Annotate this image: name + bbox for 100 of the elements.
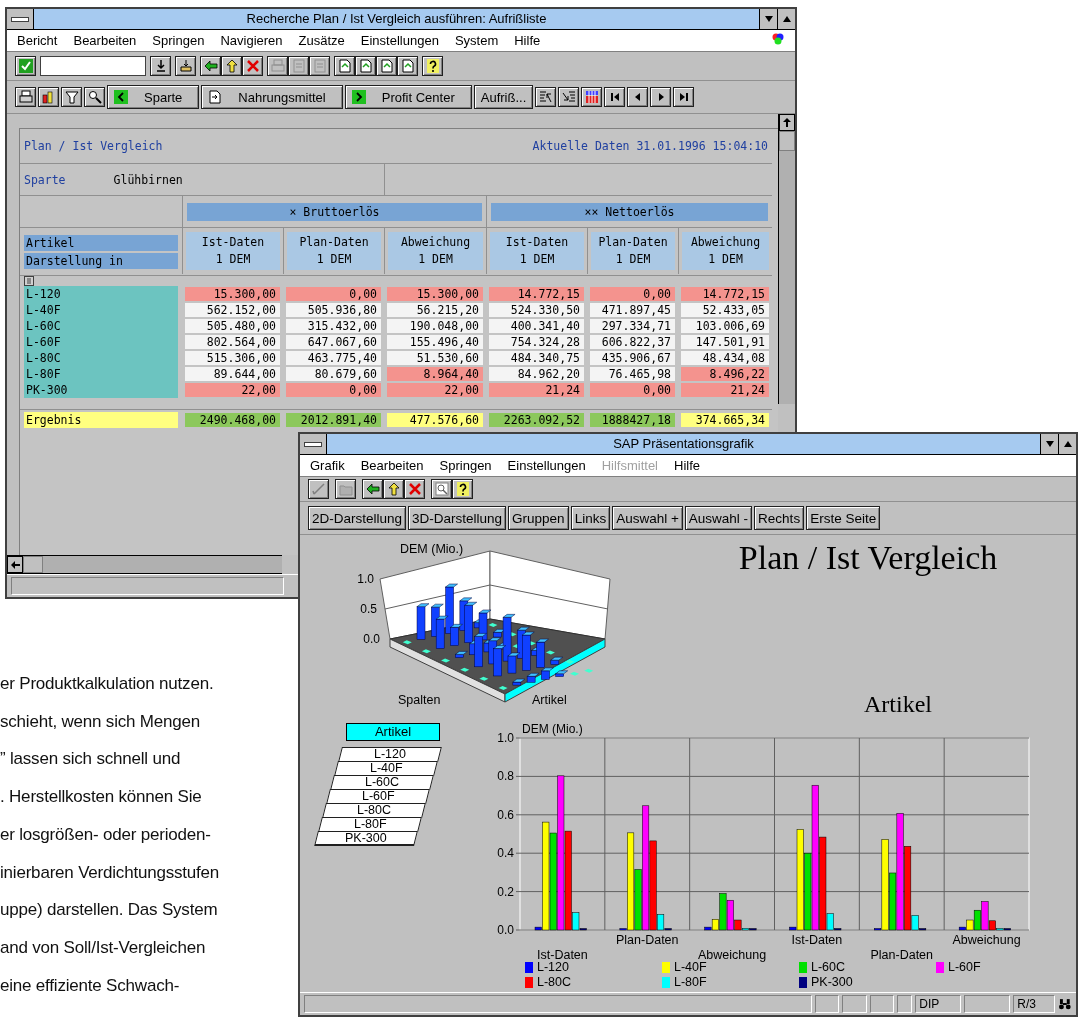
table-cell: 52.433,05	[681, 303, 769, 317]
printer-icon	[270, 59, 285, 73]
row-label: L-80F	[24, 366, 178, 382]
table-cell: 435.906,67	[590, 351, 675, 365]
menu-item[interactable]: Springen	[152, 33, 205, 48]
toolbar-button[interactable]: Rechts	[754, 506, 805, 530]
save-button[interactable]	[175, 56, 196, 76]
collapse-button[interactable]	[558, 87, 580, 107]
scroll-thumb[interactable]	[23, 556, 43, 573]
status-field	[814, 995, 840, 1013]
folder-icon	[338, 482, 353, 496]
print-button[interactable]	[267, 56, 288, 76]
filter-value: Glühbirnen	[113, 172, 183, 187]
toolbar-button[interactable]: Gruppen	[508, 506, 569, 530]
menu-item[interactable]: Bericht	[17, 33, 58, 48]
menu-item[interactable]: Grafik	[310, 458, 345, 473]
layout-button[interactable]	[581, 87, 603, 107]
table-cell: 0,00	[590, 383, 675, 397]
command-field[interactable]	[40, 56, 146, 76]
system-menu-button[interactable]	[7, 9, 34, 29]
menu-item[interactable]: Navigieren	[220, 33, 283, 48]
scroll-up-button[interactable]	[779, 114, 795, 131]
report-title: Plan / Ist Vergleich	[24, 139, 163, 153]
toolbar-button[interactable]: Links	[570, 506, 611, 530]
column-header: Abweichung 1 DEM	[682, 232, 769, 270]
scroll-left-button[interactable]	[7, 556, 23, 573]
maximize-button[interactable]	[1058, 434, 1076, 454]
chart-button[interactable]	[38, 87, 59, 107]
enter-button[interactable]	[15, 56, 36, 76]
table-cell: 0,00	[286, 287, 381, 301]
next-button[interactable]	[650, 87, 672, 107]
down-triangle-icon	[1045, 441, 1054, 447]
exit-button[interactable]	[221, 56, 242, 76]
help-button[interactable]	[422, 56, 443, 76]
system-menu-button[interactable]	[300, 434, 327, 454]
search-button[interactable]	[84, 87, 105, 107]
axis-label: Spalten	[398, 693, 441, 707]
body-text-line: and von Soll/Ist-Vergleichen	[0, 936, 207, 959]
list-header: Artikel	[346, 723, 440, 741]
menu-item[interactable]: Bearbeiten	[73, 33, 137, 48]
toolbar-button[interactable]: 3D-Darstellung	[408, 506, 507, 530]
menu-item[interactable]: Springen	[439, 458, 492, 473]
list-item[interactable]: PK-300	[314, 831, 418, 846]
first-page-button[interactable]	[334, 56, 355, 76]
toolbar-button[interactable]: Auswahl -	[684, 506, 753, 530]
horizontal-scrollbar[interactable]	[7, 555, 282, 574]
table-cell: 15.300,00	[387, 287, 483, 301]
filter-button[interactable]	[61, 87, 82, 107]
total-cell: 1888427,18	[590, 413, 675, 427]
help-button[interactable]	[452, 479, 473, 499]
up-triangle-icon	[782, 16, 791, 22]
cancel-button[interactable]	[242, 56, 263, 76]
minimize-button[interactable]	[759, 9, 777, 29]
menu-item[interactable]: Zusätze	[298, 33, 345, 48]
filter-label: Sparte	[24, 172, 66, 187]
toolbar-button[interactable]: Auswahl +	[612, 506, 683, 530]
table-cell: 297.334,71	[590, 319, 675, 333]
menu-item[interactable]: Einstellungen	[507, 458, 586, 473]
scroll-thumb[interactable]	[779, 131, 795, 151]
legend-item: L-60F	[936, 960, 1073, 974]
column-header: Abweichung 1 DEM	[388, 232, 483, 270]
menu-item[interactable]: Hilfe	[514, 33, 541, 48]
previous-page-button[interactable]	[355, 56, 376, 76]
nav-button[interactable]: Profit Center	[344, 85, 472, 109]
print-button[interactable]	[15, 87, 36, 107]
expand-button[interactable]	[535, 87, 557, 107]
back-button[interactable]	[200, 56, 221, 76]
menu-item[interactable]: Hilfe	[674, 458, 701, 473]
toolbar-button[interactable]: Erste Seite	[806, 506, 881, 530]
find-next-button[interactable]	[309, 56, 330, 76]
nav-button[interactable]: Sparte	[107, 85, 200, 109]
column-header: Ist-Daten 1 DEM	[490, 232, 584, 270]
menu-item[interactable]: System	[454, 33, 499, 48]
last-button[interactable]	[673, 87, 695, 107]
axis-tick-label: 1.0	[357, 572, 374, 586]
previous-button[interactable]	[627, 87, 649, 107]
back-button[interactable]	[362, 479, 383, 499]
row-header-label: Darstellung in	[24, 252, 178, 269]
toolbar-button[interactable]: 2D-Darstellung	[308, 506, 407, 530]
next-page-button[interactable]	[376, 56, 397, 76]
minimize-button[interactable]	[1040, 434, 1058, 454]
dropdown-button[interactable]	[150, 56, 171, 76]
last-page-button[interactable]	[397, 56, 418, 76]
cancel-button[interactable]	[404, 479, 425, 499]
first-button[interactable]	[604, 87, 626, 107]
left-arrow-icon	[365, 482, 380, 496]
enter-button[interactable]	[308, 479, 329, 499]
table-cell: 0,00	[590, 287, 675, 301]
menu-item[interactable]: Bearbeiten	[360, 458, 424, 473]
vertical-scrollbar[interactable]	[778, 114, 795, 404]
zoom-button[interactable]	[431, 479, 452, 499]
find-button[interactable]	[288, 56, 309, 76]
maximize-button[interactable]	[777, 9, 795, 29]
axis-title: DEM (Mio.)	[522, 722, 583, 736]
nav-button[interactable]: Nahrungsmittel	[201, 85, 343, 109]
nav-button[interactable]: Aufriß...	[473, 85, 534, 109]
exit-button[interactable]	[383, 479, 404, 499]
save-button[interactable]	[335, 479, 356, 499]
menu-item[interactable]: Einstellungen	[360, 33, 439, 48]
body-text-line: eine effiziente Schwach-	[0, 974, 181, 997]
